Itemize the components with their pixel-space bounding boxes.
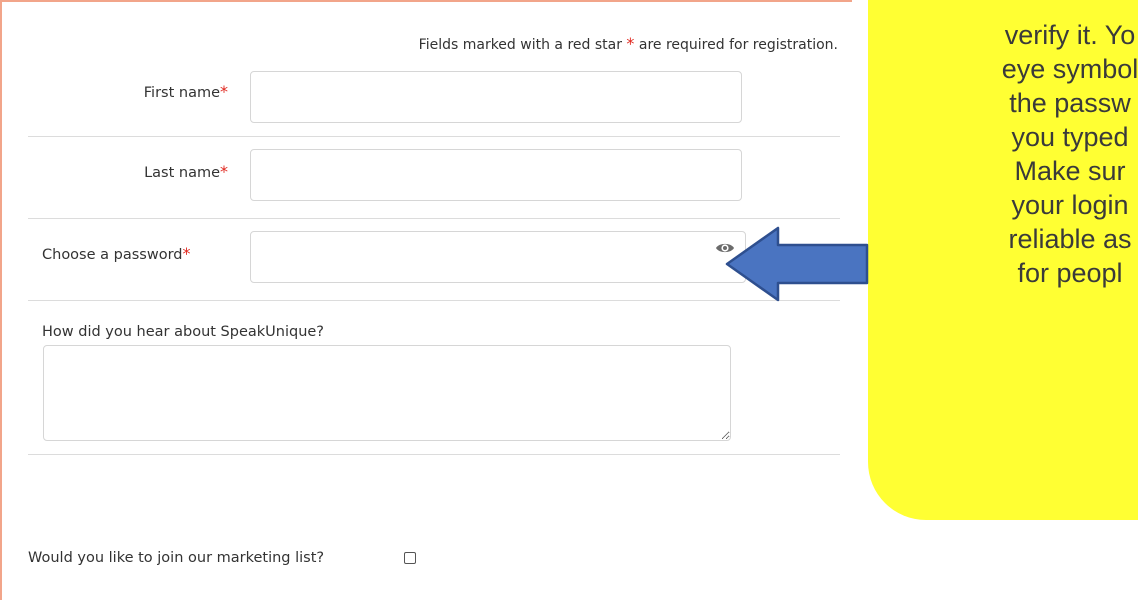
hear-about-textarea[interactable] xyxy=(43,345,731,441)
required-star-icon: * xyxy=(182,244,191,263)
divider xyxy=(28,454,840,455)
password-input[interactable] xyxy=(250,231,746,283)
first-name-input[interactable] xyxy=(250,71,742,123)
marketing-list-label: Would you like to join our marketing lis… xyxy=(28,550,325,566)
password-label: Choose a password* xyxy=(42,244,191,263)
instruction-callout: verify it. Yo eye symbol the passw you t… xyxy=(868,0,1138,520)
left-arrow-icon xyxy=(725,226,869,302)
required-star-icon: * xyxy=(626,34,635,53)
last-name-input[interactable] xyxy=(250,149,742,201)
marketing-list-checkbox[interactable] xyxy=(404,552,416,564)
required-star-icon: * xyxy=(220,82,228,101)
divider xyxy=(28,136,840,137)
first-name-label: First name* xyxy=(143,82,228,101)
required-note-prefix: Fields marked with a red star xyxy=(418,37,622,53)
callout-text: verify it. Yo eye symbol the passw you t… xyxy=(1001,20,1138,288)
required-fields-note: Fields marked with a red star * are requ… xyxy=(419,34,838,53)
hear-about-label: How did you hear about SpeakUnique? xyxy=(42,324,325,340)
required-star-icon: * xyxy=(220,162,228,181)
divider xyxy=(28,218,840,219)
divider xyxy=(28,300,840,301)
last-name-label: Last name* xyxy=(144,162,228,181)
required-note-suffix: are required for registration. xyxy=(638,37,838,53)
